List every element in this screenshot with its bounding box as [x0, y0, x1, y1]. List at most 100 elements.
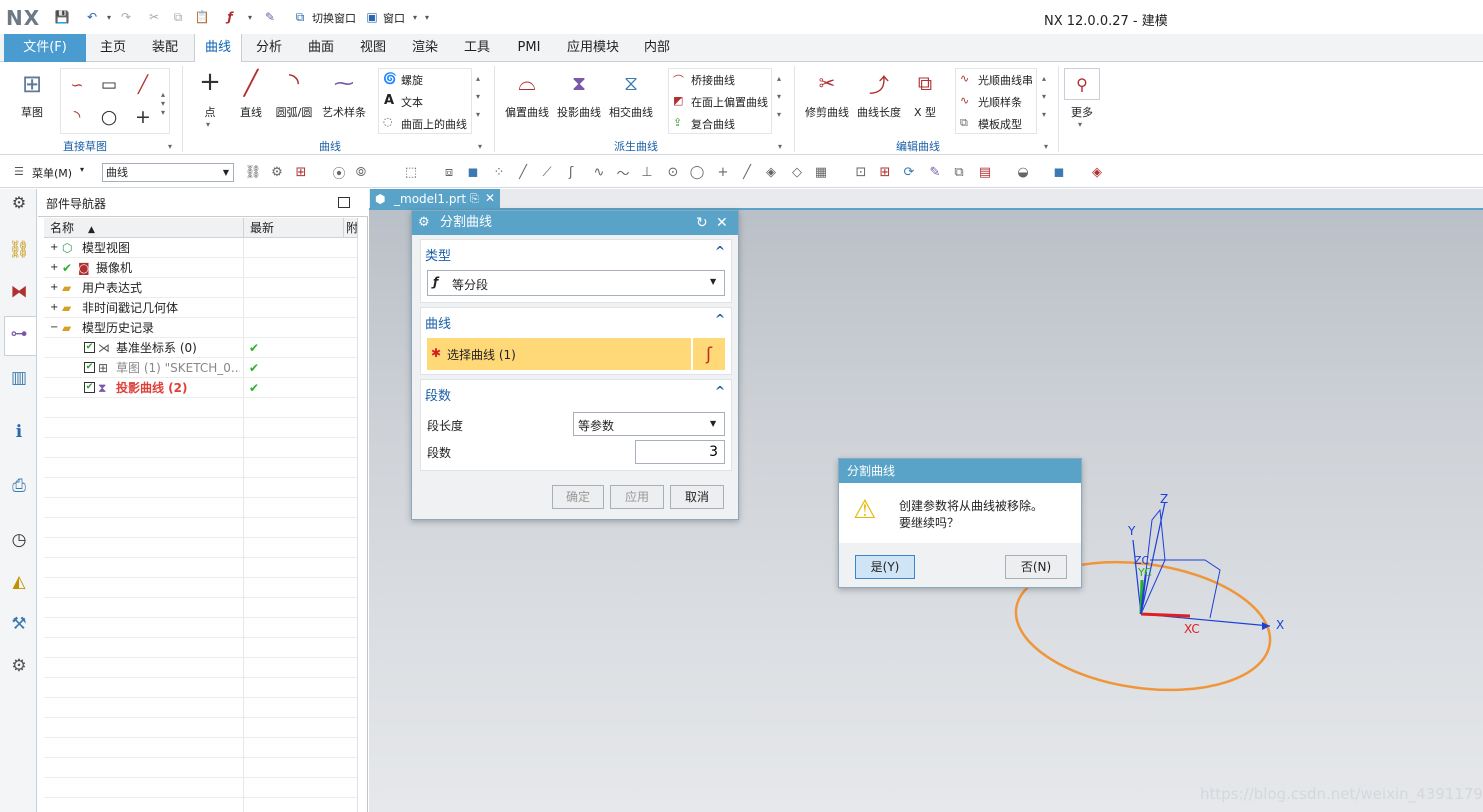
collapse-chevron-icon[interactable]: ^: [715, 244, 725, 258]
segment-length-select[interactable]: 等参数 ▼: [573, 412, 725, 436]
part-navigator-icon[interactable]: ⊶: [7, 322, 31, 346]
expand-icon[interactable]: +: [50, 258, 58, 278]
snap-on-face-icon[interactable]: ◈: [762, 163, 780, 181]
clock-icon[interactable]: ◷: [7, 528, 31, 552]
tree-row[interactable]: + ⬡ 模型视图: [44, 238, 357, 258]
snap-quadrant-icon[interactable]: ◯: [688, 163, 706, 181]
snap-on-curve-icon[interactable]: ╱: [738, 163, 756, 181]
snap-spline-icon[interactable]: ∿: [590, 163, 608, 181]
group-edit-dropdown-icon[interactable]: ▾: [1044, 142, 1048, 151]
trim-curve-icon[interactable]: ✂: [812, 68, 842, 98]
customize-dropdown-icon[interactable]: ▾: [419, 9, 435, 25]
snap-tangent-icon[interactable]: 〜: [614, 163, 632, 182]
render-style-icon[interactable]: ▤: [976, 163, 994, 181]
sketch-icon[interactable]: ⊞: [14, 66, 50, 102]
rectangle-icon[interactable]: ▭: [97, 73, 121, 97]
composite-curve-button[interactable]: 复合曲线: [691, 116, 735, 132]
text-button[interactable]: 文本: [401, 94, 423, 110]
resource-settings-icon[interactable]: ⚙: [7, 190, 31, 214]
tab-surface[interactable]: 曲面: [298, 34, 344, 62]
tab-assembly[interactable]: 装配: [142, 34, 188, 62]
reuse-library-icon[interactable]: ▥: [7, 366, 31, 390]
trim-curve-button[interactable]: 修剪曲线: [804, 104, 850, 120]
cut-icon[interactable]: ✂: [146, 9, 162, 25]
circle-icon[interactable]: ○: [97, 105, 121, 129]
select-solid-icon[interactable]: ◼: [464, 163, 482, 181]
studio-spline-button[interactable]: 艺术样条: [320, 104, 368, 120]
document-tab[interactable]: _model1.prt: [370, 189, 500, 210]
segments-section-header[interactable]: 段数: [425, 385, 451, 404]
system-scene-icon[interactable]: ⚙: [7, 654, 31, 678]
intersection-curve-button[interactable]: 相交曲线: [608, 104, 654, 120]
curve-on-surface-button[interactable]: 曲面上的曲线: [401, 116, 467, 132]
project-curve-icon[interactable]: ⧗: [564, 68, 594, 98]
tree-row[interactable]: − ▰ 模型历史记录: [44, 318, 357, 338]
no-button[interactable]: 否(N): [1005, 555, 1067, 579]
assembly-navigator-icon[interactable]: ⛓: [7, 238, 31, 262]
more-icon[interactable]: ⚲: [1064, 68, 1100, 100]
rotate-icon[interactable]: ⟳: [900, 163, 918, 181]
bridge-curve-button[interactable]: 桥接曲线: [691, 72, 735, 88]
switch-window-icon[interactable]: ⧉: [292, 9, 308, 25]
file-menu-tab[interactable]: 文件(F): [4, 34, 86, 62]
studio-spline-icon[interactable]: ⁓: [328, 68, 360, 98]
tree-row[interactable]: ✔ ⧗ 投影曲线 (2) ✔: [44, 378, 357, 398]
arc-circle-icon[interactable]: ◝: [278, 68, 310, 98]
group-curve-dropdown-icon[interactable]: ▾: [478, 142, 482, 151]
helix-button[interactable]: 螺旋: [401, 72, 423, 88]
text-icon[interactable]: A: [384, 93, 394, 108]
close-icon[interactable]: ✕: [716, 211, 728, 235]
smooth-spline-icon[interactable]: ∿: [960, 94, 969, 107]
select-edge-icon[interactable]: ⦿: [330, 163, 348, 182]
show-hide-icon[interactable]: ◈: [1088, 163, 1106, 181]
tab-analysis[interactable]: 分析: [246, 34, 292, 62]
snap-end-icon[interactable]: ⁘: [490, 163, 508, 181]
tab-internal[interactable]: 内部: [634, 34, 680, 62]
bridge-curve-icon[interactable]: ⌒: [673, 72, 684, 88]
more-dropdown-icon[interactable]: ▾: [1078, 120, 1082, 129]
column-name[interactable]: 名称 ▲: [44, 218, 244, 238]
tab-tools[interactable]: 工具: [454, 34, 500, 62]
tab-pmi[interactable]: PMI: [506, 34, 552, 62]
close-tab-icon[interactable]: ✕: [485, 191, 495, 205]
line-button[interactable]: 直线: [236, 104, 266, 120]
zoom-icon[interactable]: ⊞: [876, 163, 894, 181]
redo-icon[interactable]: ↷: [118, 9, 134, 25]
command-dropdown-icon[interactable]: ▾: [242, 9, 258, 25]
sketch-line-icon[interactable]: ╱: [131, 73, 155, 97]
reset-icon[interactable]: ↻: [696, 211, 708, 235]
group-direct-sketch-dropdown-icon[interactable]: ▾: [168, 142, 172, 151]
sketch-point-icon[interactable]: +: [131, 105, 155, 129]
tab-home[interactable]: 主页: [90, 34, 136, 62]
work-layer-icon[interactable]: ◼: [1050, 163, 1068, 181]
more-button[interactable]: 更多: [1064, 104, 1100, 120]
snap-mid-icon[interactable]: ⟋: [538, 163, 556, 181]
curve-command-icon[interactable]: ƒ: [222, 9, 238, 25]
line-icon[interactable]: ╱: [236, 68, 266, 98]
switch-window-button[interactable]: 切换窗口: [312, 10, 356, 26]
collapse-icon[interactable]: −: [50, 318, 58, 338]
snap-intersect-icon[interactable]: ⊥: [638, 163, 656, 181]
tab-render[interactable]: 渲染: [402, 34, 448, 62]
intersection-curve-icon[interactable]: ⧖: [616, 68, 646, 98]
project-curve-button[interactable]: 投影曲线: [556, 104, 602, 120]
tree-row[interactable]: + ▰ 非时间戳记几何体: [44, 298, 357, 318]
visibility-checkbox[interactable]: ✔: [84, 362, 95, 373]
curve-length-button[interactable]: 曲线长度: [856, 104, 902, 120]
snap-existing-point-icon[interactable]: +: [714, 163, 732, 181]
profile-icon[interactable]: ∽: [65, 73, 89, 97]
offset-in-face-icon[interactable]: ◩: [673, 94, 683, 107]
menu-button[interactable]: 菜单(M): [32, 165, 72, 181]
collapse-chevron-icon[interactable]: ^: [715, 384, 725, 398]
fit-view-icon[interactable]: ⊡: [852, 163, 870, 181]
select-body-icon[interactable]: ⧈: [440, 163, 458, 181]
template-shape-button[interactable]: 模板成型: [978, 116, 1022, 132]
group-derived-dropdown-icon[interactable]: ▾: [778, 142, 782, 151]
curve-on-surface-icon[interactable]: ◌: [383, 115, 393, 128]
save-icon[interactable]: 💾: [54, 9, 70, 25]
snap-center-icon[interactable]: ⊙: [664, 163, 682, 181]
confirm-title-bar[interactable]: 分割曲线: [839, 459, 1081, 483]
snap-bounded-icon[interactable]: ◇: [788, 163, 806, 181]
tab-application[interactable]: 应用模块: [558, 34, 628, 62]
column-extra[interactable]: 附: [344, 218, 358, 238]
